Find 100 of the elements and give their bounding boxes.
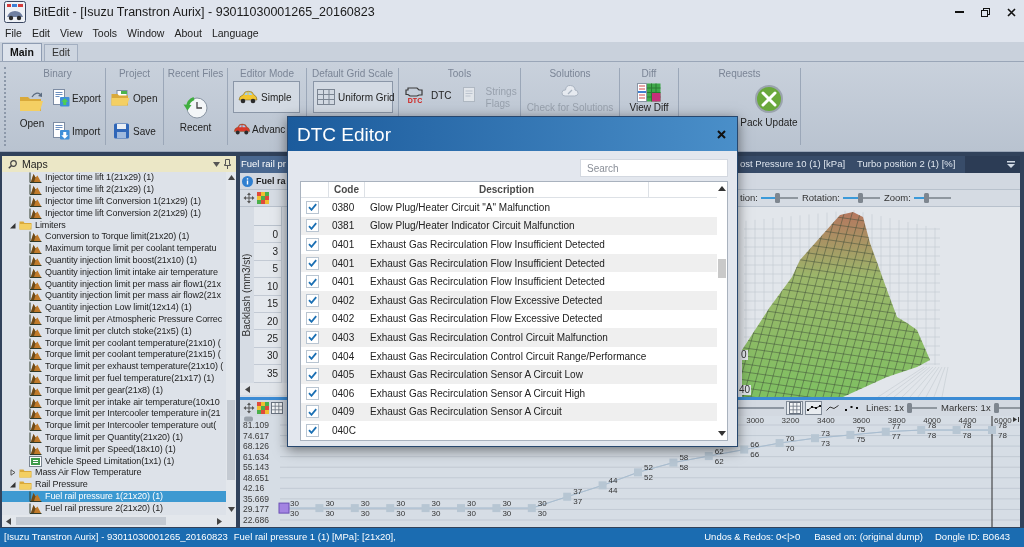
menu-item[interactable]: View: [55, 26, 88, 40]
scrollbar[interactable]: [2, 515, 236, 527]
ribbon-button[interactable]: Pack Update: [740, 84, 798, 129]
caret-icon[interactable]: [9, 469, 16, 477]
tree-item[interactable]: Injector time lift 2(21x29) (1): [2, 183, 226, 196]
tree-item[interactable]: Torque limit per gear(21x8) (1): [2, 384, 226, 397]
slider[interactable]: [907, 403, 938, 413]
menu-item[interactable]: File: [0, 26, 27, 40]
tree-item[interactable]: Quantity injection limit boost(21x10) (1): [2, 254, 226, 267]
tree-item[interactable]: Fuel rail pressure 2(21x20) (1): [2, 502, 226, 515]
ribbon-button[interactable]: Recent: [179, 95, 212, 134]
tree-item[interactable]: Limiters: [2, 219, 226, 231]
toggle-button[interactable]: Simple: [233, 81, 300, 113]
toggle-button[interactable]: Advanc: [233, 120, 286, 138]
checkbox[interactable]: [306, 312, 319, 326]
tree-item[interactable]: Conversion to Torque limit(21x20) (1): [2, 231, 226, 243]
heatmap-icon[interactable]: [257, 402, 269, 414]
tree-item[interactable]: Maximum torque limit per coolant temperatu: [2, 242, 226, 255]
slider-thumb[interactable]: [924, 193, 930, 203]
document-tab[interactable]: Turbo position 2 (1) [%]: [853, 156, 965, 173]
search-field[interactable]: Search: [580, 159, 728, 177]
checkbox[interactable]: [306, 293, 319, 307]
slider[interactable]: [993, 403, 1020, 413]
column-header[interactable]: Code: [328, 182, 364, 197]
scrollbar-thumb[interactable]: [244, 416, 253, 422]
ribbon-tab[interactable]: Main: [2, 43, 42, 61]
column-header[interactable]: Description: [364, 182, 648, 197]
menu-item[interactable]: About: [169, 26, 207, 40]
scrollbar-thumb[interactable]: [718, 259, 726, 278]
checkbox[interactable]: [306, 368, 319, 382]
tree-item[interactable]: Torque limit per Atmospheric Pressure Correc: [2, 313, 226, 326]
slider-thumb[interactable]: [775, 193, 781, 203]
tree-item[interactable]: Mass Air Flow Temperature: [2, 466, 226, 479]
table-row[interactable]: 0405 Exhaust Gas Recirculation Sensor A Circuit Low: [301, 365, 717, 384]
checkbox[interactable]: [306, 423, 319, 437]
tree-item[interactable]: Injector time lift 1(21x29) (1): [2, 172, 226, 184]
tree-item[interactable]: Torque limit per Intercooler temperature out(: [2, 419, 226, 432]
tree-item[interactable]: Quantity injection limit per mass air flow2(21x: [2, 289, 226, 302]
slider[interactable]: [913, 193, 951, 203]
tree-item[interactable]: Torque limit per coolant temperature(21x10) (: [2, 337, 226, 349]
close-button[interactable]: [714, 127, 728, 141]
ribbon-button[interactable]: Save: [111, 122, 158, 140]
tree-item[interactable]: Torque limit per exhaust temperature(21x10) (: [2, 360, 226, 373]
tree-item[interactable]: Torque limit per coolant temperature(21x15) (: [2, 348, 226, 361]
tree-item[interactable]: Injector time lift Conversion 2(21x29) (1): [2, 207, 226, 220]
tree-item[interactable]: Quantity injection limit per mass air flow1(21x: [2, 278, 226, 290]
tree-item[interactable]: Torque limit per Intercooler temperature in(21: [2, 407, 226, 420]
checkbox[interactable]: [306, 238, 319, 251]
tree-item[interactable]: Torque limit per fuel temperature(21x17) (1): [2, 372, 226, 385]
dropdown-icon[interactable]: [213, 161, 220, 167]
checkbox[interactable]: [306, 200, 319, 214]
document-tab[interactable]: ost Pressure 10 (1) [kPa]: [738, 156, 853, 173]
tree-item[interactable]: Rail Pressure: [2, 478, 226, 491]
slider-thumb[interactable]: [907, 403, 913, 413]
end-arrow-icon[interactable]: [1013, 417, 1019, 422]
left-arrow-icon[interactable]: [245, 385, 250, 393]
checkbox[interactable]: [306, 349, 319, 363]
view-mode-button[interactable]: [805, 401, 822, 415]
data-point[interactable]: [278, 502, 290, 514]
slider[interactable]: [843, 193, 880, 203]
checkbox[interactable]: [306, 405, 319, 419]
caret-icon[interactable]: [9, 481, 16, 489]
data-point[interactable]: [988, 426, 996, 435]
tree-item[interactable]: Torque limit per clutch stoke(21x5) (1): [2, 325, 226, 338]
tree-item[interactable]: Quantity injection limit intake air temperature: [2, 266, 226, 279]
tree-item[interactable]: Vehicle Speed Limitation(1x1) (1): [2, 455, 226, 467]
caret-icon[interactable]: [9, 221, 16, 229]
move-icon[interactable]: [243, 402, 255, 414]
menu-item[interactable]: Language: [206, 26, 264, 40]
grid-icon[interactable]: [271, 402, 283, 414]
checkbox[interactable]: [306, 386, 319, 400]
tree-item[interactable]: Torque limit per intake air temperature(10x10: [2, 396, 226, 408]
tree-item[interactable]: Torque limit per Speed(18x10) (1): [2, 443, 226, 456]
ribbon-button[interactable]: View Diff: [629, 83, 669, 113]
move-icon[interactable]: [243, 192, 255, 204]
ribbon-button[interactable]: Export: [52, 89, 101, 107]
ribbon-tab[interactable]: Edit: [43, 44, 78, 61]
slider[interactable]: [760, 193, 798, 203]
tree-item[interactable]: Torque limit per Quantity(21x20) (1): [2, 431, 226, 444]
checkbox[interactable]: [306, 275, 319, 289]
heatmap-icon[interactable]: [257, 192, 269, 204]
document-tab[interactable]: Fuel rail pr: [240, 156, 287, 173]
dropdown-icon[interactable]: [1007, 161, 1015, 168]
tree-item[interactable]: Injector time lift Conversion 1(21x29) (1): [2, 195, 226, 208]
slider-thumb[interactable]: [993, 403, 999, 413]
checkbox[interactable]: [306, 330, 319, 344]
toggle-button[interactable]: Uniform Grid: [313, 81, 393, 113]
ribbon-button[interactable]: Open: [14, 80, 50, 130]
pin-icon[interactable]: [224, 159, 231, 169]
ribbon-button[interactable]: Import: [52, 122, 101, 140]
tree-item[interactable]: Quantity injection Low limit(12x14) (1): [2, 301, 226, 314]
scrollbar-thumb[interactable]: [16, 517, 166, 525]
checkbox[interactable]: [306, 256, 319, 270]
scrollbar[interactable]: [226, 172, 236, 515]
menu-item[interactable]: Edit: [26, 26, 55, 40]
checkbox[interactable]: [306, 219, 319, 233]
scrollbar-thumb[interactable]: [227, 400, 235, 480]
ribbon-button[interactable]: Open: [111, 89, 158, 107]
table-row[interactable]: 0403 Exhaust Gas Recirculation Control Circuit Malfunction: [301, 328, 717, 347]
data-point[interactable]: [704, 452, 713, 461]
